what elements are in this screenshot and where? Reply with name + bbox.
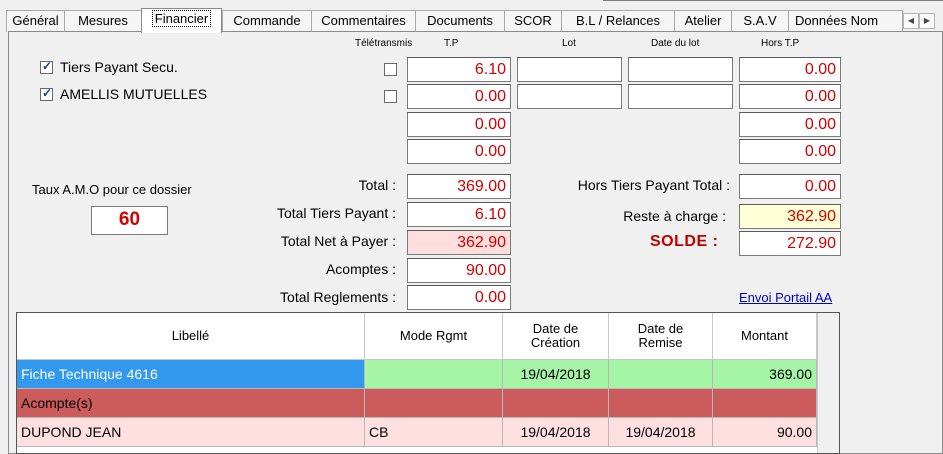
tab-general[interactable]: Général <box>6 10 65 32</box>
tab-commentaires[interactable]: Commentaires <box>311 10 416 32</box>
hors-tp-field-4[interactable]: 0.00 <box>739 139 841 164</box>
header-hors-tp: Hors T.P <box>761 38 800 49</box>
tp-field-1[interactable]: 6.10 <box>407 57 511 82</box>
total-field: 369.00 <box>407 174 511 199</box>
amellis-label: AMELLIS MUTUELLES <box>60 86 208 102</box>
reste-a-charge-field: 362.90 <box>739 204 841 229</box>
amellis-checkbox[interactable] <box>40 86 53 101</box>
grid-row-1-remise[interactable] <box>609 360 713 389</box>
grid-row-3-montant[interactable]: 90.00 <box>713 418 817 447</box>
acomptes-field: 90.00 <box>407 258 511 283</box>
reglements-grid: Libellé Mode Rgmt Date de Création Date … <box>16 312 840 454</box>
tab-financier[interactable]: Financier <box>141 8 222 33</box>
tab-donnees-nom[interactable]: Données Nom <box>788 10 903 32</box>
tiers-payant-secu-checkbox[interactable] <box>40 59 53 74</box>
grid-row-2-creation[interactable] <box>503 389 609 418</box>
grid-row-3-creation[interactable]: 19/04/2018 <box>503 418 609 447</box>
grid-row-3-libelle[interactable]: DUPOND JEAN <box>17 418 365 447</box>
tab-documents[interactable]: Documents <box>415 10 505 32</box>
taux-amo-label: Taux A.M.O pour ce dossier <box>32 182 192 197</box>
header-teletransmis: Télétransmis <box>355 38 413 49</box>
hors-tp-field-1[interactable]: 0.00 <box>739 57 841 82</box>
total-tiers-payant-label: Total Tiers Payant : <box>276 205 396 221</box>
window-top-border <box>603 0 943 3</box>
grid-row-2-montant[interactable] <box>713 389 817 418</box>
tab-commande[interactable]: Commande <box>222 10 312 32</box>
date-lot-field-1[interactable] <box>628 57 733 82</box>
header-tp: T.P <box>444 38 459 49</box>
grid-empty-area <box>817 313 839 453</box>
tab-mesures[interactable]: Mesures <box>64 10 142 32</box>
grid-row-1-montant[interactable]: 369.00 <box>713 360 817 389</box>
solde-label: SOLDE : <box>650 233 719 250</box>
total-tiers-payant-field: 6.10 <box>407 202 511 227</box>
grid-header-libelle[interactable]: Libellé <box>17 313 365 360</box>
total-net-label: Total Net à Payer : <box>280 233 396 249</box>
header-lot: Lot <box>562 38 576 49</box>
tp-field-3[interactable]: 0.00 <box>407 112 511 137</box>
grid-row-3-mode[interactable]: CB <box>365 418 503 447</box>
grid-row-1-creation[interactable]: 19/04/2018 <box>503 360 609 389</box>
tab-bl-relances[interactable]: B.L / Relances <box>561 10 675 32</box>
tab-financier-label: Financier <box>151 10 212 27</box>
date-lot-field-2[interactable] <box>628 84 733 109</box>
grid-header-montant[interactable]: Montant <box>713 313 817 360</box>
solde-field: 272.90 <box>739 231 841 256</box>
total-reglements-field: 0.00 <box>407 285 511 310</box>
lot-field-2[interactable] <box>517 84 622 109</box>
hors-tp-field-2[interactable]: 0.00 <box>739 84 841 109</box>
tp-field-4[interactable]: 0.00 <box>407 139 511 164</box>
total-label: Total : <box>358 177 396 193</box>
tp-field-2[interactable]: 0.00 <box>407 84 511 109</box>
teletransmis-checkbox-2[interactable] <box>384 90 397 103</box>
hors-tp-total-field: 0.00 <box>739 174 841 199</box>
total-reglements-label: Total Reglements : <box>280 289 396 305</box>
tab-scor[interactable]: SCOR <box>504 10 562 32</box>
hors-tp-field-3[interactable]: 0.00 <box>739 112 841 137</box>
teletransmis-checkbox-1[interactable] <box>384 63 397 76</box>
tab-scroll-right-icon[interactable]: ▶ <box>919 13 935 29</box>
grid-header-date-creation[interactable]: Date de Création <box>503 313 609 360</box>
grid-row-1-mode[interactable] <box>365 360 503 389</box>
hors-tp-total-label: Hors Tiers Payant Total : <box>577 177 730 193</box>
tab-atelier[interactable]: Atelier <box>674 10 732 32</box>
grid-row-2-libelle[interactable]: Acompte(s) <box>17 389 365 418</box>
taux-amo-field[interactable]: 60 <box>91 206 168 235</box>
tiers-payant-secu-label: Tiers Payant Secu. <box>60 59 178 75</box>
header-date-lot: Date du lot <box>651 38 700 49</box>
tab-sav[interactable]: S.A.V <box>731 10 789 32</box>
tab-strip: Général Mesures Financier Commande Comme… <box>6 8 943 33</box>
tab-scroll-left-icon[interactable]: ◀ <box>903 13 919 29</box>
grid-header-date-remise[interactable]: Date de Remise <box>609 313 713 360</box>
grid-row-2-mode[interactable] <box>365 389 503 418</box>
total-net-field: 362.90 <box>407 230 511 255</box>
envoi-portail-link[interactable]: Envoi Portail AA <box>739 290 832 305</box>
acomptes-label: Acomptes : <box>325 261 396 277</box>
grid-header-mode[interactable]: Mode Rgmt <box>365 313 503 360</box>
grid-row-1-libelle[interactable]: Fiche Technique 4616 <box>17 360 365 389</box>
grid-row-3-remise[interactable]: 19/04/2018 <box>609 418 713 447</box>
lot-field-1[interactable] <box>517 57 622 82</box>
grid-row-2-remise[interactable] <box>609 389 713 418</box>
reste-a-charge-label: Reste à charge : <box>623 208 726 224</box>
